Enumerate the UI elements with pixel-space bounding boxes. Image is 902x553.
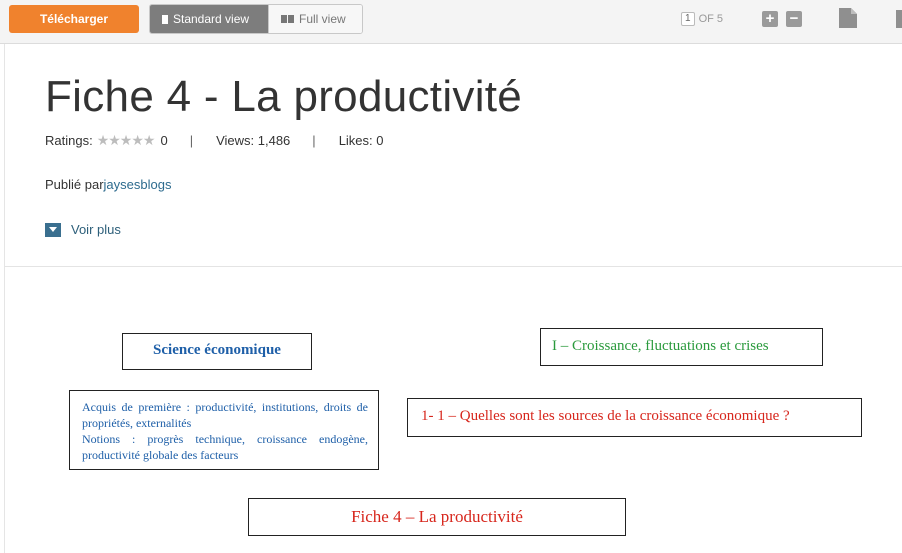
view-toggle: Standard view Full view bbox=[149, 4, 363, 34]
doc-acquis-box: Acquis de première : productivité, insti… bbox=[69, 390, 379, 470]
published-prefix: Publié par bbox=[45, 177, 104, 192]
two-page-icon bbox=[281, 15, 294, 23]
likes-count: Likes: 0 bbox=[338, 133, 384, 148]
views-count: Views: 1,486 bbox=[216, 133, 291, 148]
divider bbox=[5, 266, 902, 267]
doc-question-box: 1- 1 – Quelles sont les sources de la cr… bbox=[407, 398, 862, 437]
separator: | bbox=[312, 133, 316, 148]
see-more-toggle[interactable]: Voir plus bbox=[45, 222, 121, 237]
chevron-down-icon bbox=[45, 222, 61, 237]
author-link[interactable]: jaysesblogs bbox=[104, 177, 172, 192]
standard-view-button[interactable]: Standard view bbox=[150, 5, 268, 33]
doc-acquis-text: Acquis de première : productivité, insti… bbox=[82, 400, 368, 430]
doc-section-box: I – Croissance, fluctuations et crises bbox=[540, 328, 823, 366]
current-page-input[interactable]: 1 bbox=[681, 12, 695, 26]
plus-icon[interactable]: + bbox=[762, 11, 778, 27]
doc-title-box: Fiche 4 – La productivité bbox=[248, 498, 626, 536]
page-total-label: OF 5 bbox=[698, 13, 724, 25]
rating-stars-icon[interactable]: ★★★★★ bbox=[97, 132, 156, 149]
doc-notions-text: Notions : progrès technique, croissance … bbox=[82, 432, 368, 462]
doc-science-box: Science économique bbox=[122, 333, 312, 370]
ratings-value: 0 bbox=[160, 133, 168, 148]
see-more-label: Voir plus bbox=[71, 222, 121, 237]
ratings-label: Ratings: bbox=[45, 133, 93, 148]
content-border bbox=[4, 44, 5, 553]
standard-view-label: Standard view bbox=[173, 12, 250, 26]
page-indicator: 1 OF 5 bbox=[681, 12, 723, 26]
page-title: Fiche 4 - La productivité bbox=[45, 72, 523, 121]
partial-icon[interactable] bbox=[896, 10, 902, 28]
download-button[interactable]: Télécharger bbox=[9, 5, 139, 33]
full-view-label: Full view bbox=[299, 12, 346, 26]
published-by: Publié parjaysesblogs bbox=[45, 177, 171, 192]
single-page-icon bbox=[162, 14, 168, 24]
document-stats: Ratings: ★★★★★ 0 | Views: 1,486 | Likes:… bbox=[45, 132, 384, 149]
full-view-button[interactable]: Full view bbox=[268, 5, 362, 33]
minus-icon[interactable]: − bbox=[786, 11, 802, 27]
top-toolbar: Télécharger Standard view Full view 1 OF… bbox=[0, 0, 902, 44]
separator: | bbox=[189, 133, 194, 148]
document-icon[interactable] bbox=[838, 7, 858, 29]
